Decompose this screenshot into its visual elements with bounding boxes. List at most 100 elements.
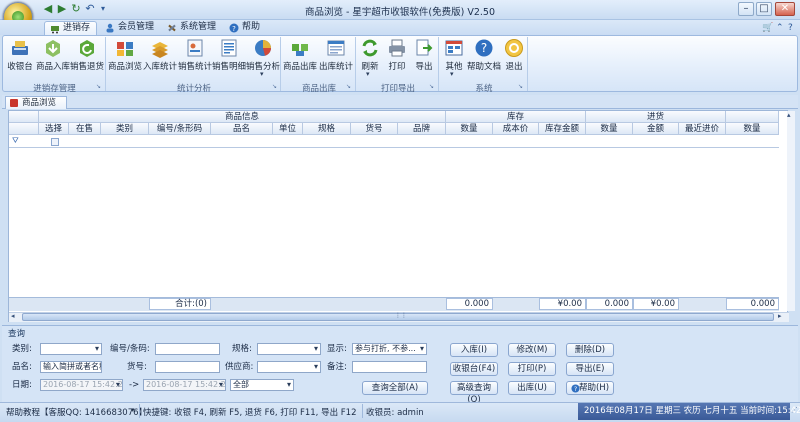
tab-label: 帮助: [242, 22, 261, 32]
spec-select[interactable]: [257, 343, 321, 355]
stock-out-button[interactable]: 商品出库: [283, 38, 317, 76]
svg-text:?: ?: [481, 41, 487, 55]
tab-product-browse[interactable]: 商品浏览: [5, 96, 67, 109]
advanced-query-button[interactable]: 高级查询(Q): [450, 381, 498, 405]
status-dropdown-icon[interactable]: ▾: [131, 406, 135, 414]
document-icon: [10, 99, 18, 107]
column-header[interactable]: 货号: [351, 123, 398, 135]
cashier-icon: [12, 41, 28, 55]
status-help-link[interactable]: 帮助教程【客服QQ: 1416683076】: [6, 406, 147, 418]
column-header[interactable]: 最近进价: [679, 123, 726, 135]
column-header[interactable]: 金额: [633, 123, 679, 135]
filter-icon[interactable]: ⛛: [12, 136, 19, 146]
column-header[interactable]: 成本价: [493, 123, 539, 135]
cart-small-icon[interactable]: 🛒: [762, 23, 773, 33]
date-range-select[interactable]: 全部: [230, 379, 294, 391]
cashier-action-button[interactable]: 收银台(F4): [450, 362, 498, 376]
column-header[interactable]: 数量: [726, 123, 779, 135]
svg-text:?: ?: [574, 386, 577, 393]
dropdown-arrow-icon[interactable]: ▾: [260, 70, 264, 78]
minimize-button[interactable]: –: [738, 2, 754, 16]
cashier-button[interactable]: 收银台: [6, 38, 34, 76]
print-button[interactable]: 打印: [384, 38, 410, 76]
column-header[interactable]: 选择: [39, 123, 69, 135]
code-input[interactable]: [155, 343, 220, 355]
other-button[interactable]: 其他: [441, 38, 467, 76]
scroll-right-icon[interactable]: ▸: [778, 312, 782, 320]
maximize-button[interactable]: □: [756, 2, 772, 16]
select-all-checkbox[interactable]: [51, 138, 59, 146]
stock-in-button[interactable]: 商品入库: [36, 38, 70, 76]
dropdown-arrow-icon[interactable]: ▾: [366, 70, 370, 78]
dropdown-arrow-icon[interactable]: ▾: [450, 70, 454, 78]
group-launcher-icon[interactable]: ↘: [346, 83, 353, 90]
filter-row[interactable]: [9, 136, 779, 148]
print-action-button[interactable]: 打印(P): [508, 362, 556, 376]
code-label: 编号/条码:: [110, 344, 150, 354]
scroll-grip-icon: ⋮⋮: [395, 312, 407, 319]
tab-members[interactable]: 会员管理: [100, 21, 160, 35]
product-browse-button[interactable]: 商品浏览: [108, 38, 142, 76]
supplier-label: 供应商:: [225, 362, 254, 372]
tab-help[interactable]: ? 帮助: [224, 21, 266, 35]
stock-out-stats-icon: [327, 40, 345, 56]
column-header[interactable]: 类别: [101, 123, 149, 135]
column-header[interactable]: 品牌: [398, 123, 446, 135]
display-select[interactable]: 参与打折, 不参...: [352, 343, 427, 355]
edit-button[interactable]: 修改(M): [508, 343, 556, 357]
exit-icon: [505, 39, 523, 57]
column-header[interactable]: 规格: [303, 123, 351, 135]
stock-in-action-button[interactable]: 入库(I): [450, 343, 498, 357]
sales-detail-button[interactable]: 销售明细: [212, 38, 246, 76]
resize-grip-icon[interactable]: ⋰: [791, 406, 798, 414]
ribbon-group-label: 统计分析: [176, 84, 211, 94]
column-header[interactable]: 数量: [446, 123, 493, 135]
supplier-select[interactable]: [257, 361, 321, 373]
sales-stats-icon: [187, 39, 203, 57]
stock-out-stats-button[interactable]: 出库统计: [318, 38, 354, 76]
tab-inventory[interactable]: 进销存: [44, 21, 98, 35]
group-launcher-icon[interactable]: ↘: [272, 83, 279, 90]
column-header[interactable]: 单位: [273, 123, 303, 135]
close-button[interactable]: ✕: [775, 2, 795, 16]
export-action-button[interactable]: 导出(E): [566, 362, 614, 376]
item-no-input[interactable]: [155, 361, 220, 373]
group-launcher-icon[interactable]: ↘: [429, 83, 436, 90]
remark-input[interactable]: [352, 361, 427, 373]
group-launcher-icon[interactable]: ↘: [518, 83, 525, 90]
delete-button[interactable]: 删除(D): [566, 343, 614, 357]
column-header[interactable]: 在售: [69, 123, 101, 135]
export-button[interactable]: 导出: [411, 38, 437, 76]
grid-row-header: [9, 123, 39, 135]
help-small-icon[interactable]: ?: [788, 23, 793, 33]
help-docs-button[interactable]: ? 帮助文档: [467, 38, 501, 76]
scroll-left-icon[interactable]: ◂: [11, 312, 15, 320]
tab-system[interactable]: 系统管理: [162, 21, 222, 35]
name-input[interactable]: 输入简拼或者名称: [40, 361, 102, 373]
help-icon: ?: [475, 39, 493, 57]
column-header[interactable]: 库存金额: [539, 123, 586, 135]
sales-return-button[interactable]: 销售退货: [70, 38, 104, 76]
category-select[interactable]: [40, 343, 102, 355]
column-header[interactable]: 编号/条形码: [149, 123, 211, 135]
window-title: 商品浏览 - 星宇超市收银软件(免费版) V2.50: [304, 7, 496, 18]
cart-icon: [51, 26, 59, 34]
date-to-picker[interactable]: 2016-08-17 15:42:27: [143, 379, 226, 391]
pie-chart-icon: [255, 40, 271, 56]
date-label: 日期:: [12, 380, 32, 390]
sales-stats-button[interactable]: 销售统计: [178, 38, 212, 76]
column-header[interactable]: 数量: [586, 123, 633, 135]
group-launcher-icon[interactable]: ↘: [96, 83, 103, 90]
grid-corner: [9, 111, 39, 123]
help-action-button[interactable]: ? 帮助(H): [566, 381, 614, 395]
stock-in-stats-button[interactable]: 入库统计: [143, 38, 177, 76]
refresh-button[interactable]: 刷新: [358, 38, 382, 76]
query-all-button[interactable]: 查询全部(A): [362, 381, 428, 395]
exit-button[interactable]: 退出: [502, 38, 526, 76]
vertical-scrollbar[interactable]: [787, 111, 795, 311]
scroll-up-icon[interactable]: ▴: [787, 111, 791, 119]
stock-out-action-button[interactable]: 出库(U): [508, 381, 556, 395]
collapse-ribbon-icon[interactable]: ⌃: [776, 23, 784, 33]
date-from-picker[interactable]: 2016-08-17 15:42:27: [40, 379, 123, 391]
column-header[interactable]: 品名: [211, 123, 273, 135]
